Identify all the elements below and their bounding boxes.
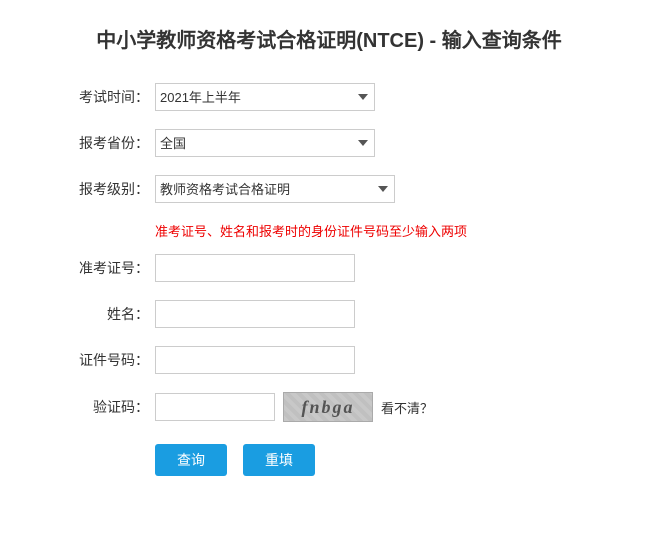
province-select[interactable]: 全国 北京 上海 广东: [155, 129, 375, 157]
province-select-wrapper: 全国 北京 上海 广东: [155, 129, 375, 157]
level-select-wrapper: 教师资格考试合格证明 幼儿园 小学 初中 高中: [155, 175, 395, 203]
exam-number-row: 准考证号: [59, 254, 599, 282]
captcha-row: 验证码 fnbga 看不清？: [59, 392, 599, 422]
captcha-refresh[interactable]: 看不清？: [381, 398, 433, 417]
exam-number-label: 准考证号: [59, 258, 149, 278]
error-message: 准考证号、姓名和报考时的身份证件号码至少输入两项: [155, 221, 599, 240]
exam-time-row: 考试时间 2021年上半年 2021年下半年 2020年上半年 2020年下半年: [59, 83, 599, 111]
level-select[interactable]: 教师资格考试合格证明 幼儿园 小学 初中 高中: [155, 175, 395, 203]
level-row: 报考级别 教师资格考试合格证明 幼儿园 小学 初中 高中: [59, 175, 599, 203]
name-row: 姓名: [59, 300, 599, 328]
province-label: 报考省份: [59, 133, 149, 153]
page-title: 中小学教师资格考试合格证明(NTCE) - 输入查询条件: [0, 0, 658, 73]
exam-time-label: 考试时间: [59, 87, 149, 107]
name-label: 姓名: [59, 304, 149, 324]
captcha-text: fnbga: [301, 397, 354, 418]
id-number-input[interactable]: [155, 346, 355, 374]
captcha-label: 验证码: [59, 397, 149, 417]
level-label: 报考级别: [59, 179, 149, 199]
id-number-label: 证件号码: [59, 350, 149, 370]
name-input[interactable]: [155, 300, 355, 328]
captcha-image[interactable]: fnbga: [283, 392, 373, 422]
form-container: 考试时间 2021年上半年 2021年下半年 2020年上半年 2020年下半年…: [39, 73, 619, 506]
captcha-controls: fnbga 看不清？: [155, 392, 433, 422]
exam-time-select[interactable]: 2021年上半年 2021年下半年 2020年上半年 2020年下半年: [155, 83, 375, 111]
exam-time-select-wrapper: 2021年上半年 2021年下半年 2020年上半年 2020年下半年: [155, 83, 375, 111]
province-row: 报考省份 全国 北京 上海 广东: [59, 129, 599, 157]
query-button[interactable]: 查询: [155, 444, 227, 476]
id-number-row: 证件号码: [59, 346, 599, 374]
exam-number-input[interactable]: [155, 254, 355, 282]
reset-button[interactable]: 重填: [243, 444, 315, 476]
button-row: 查询 重填: [155, 444, 599, 476]
captcha-input[interactable]: [155, 393, 275, 421]
